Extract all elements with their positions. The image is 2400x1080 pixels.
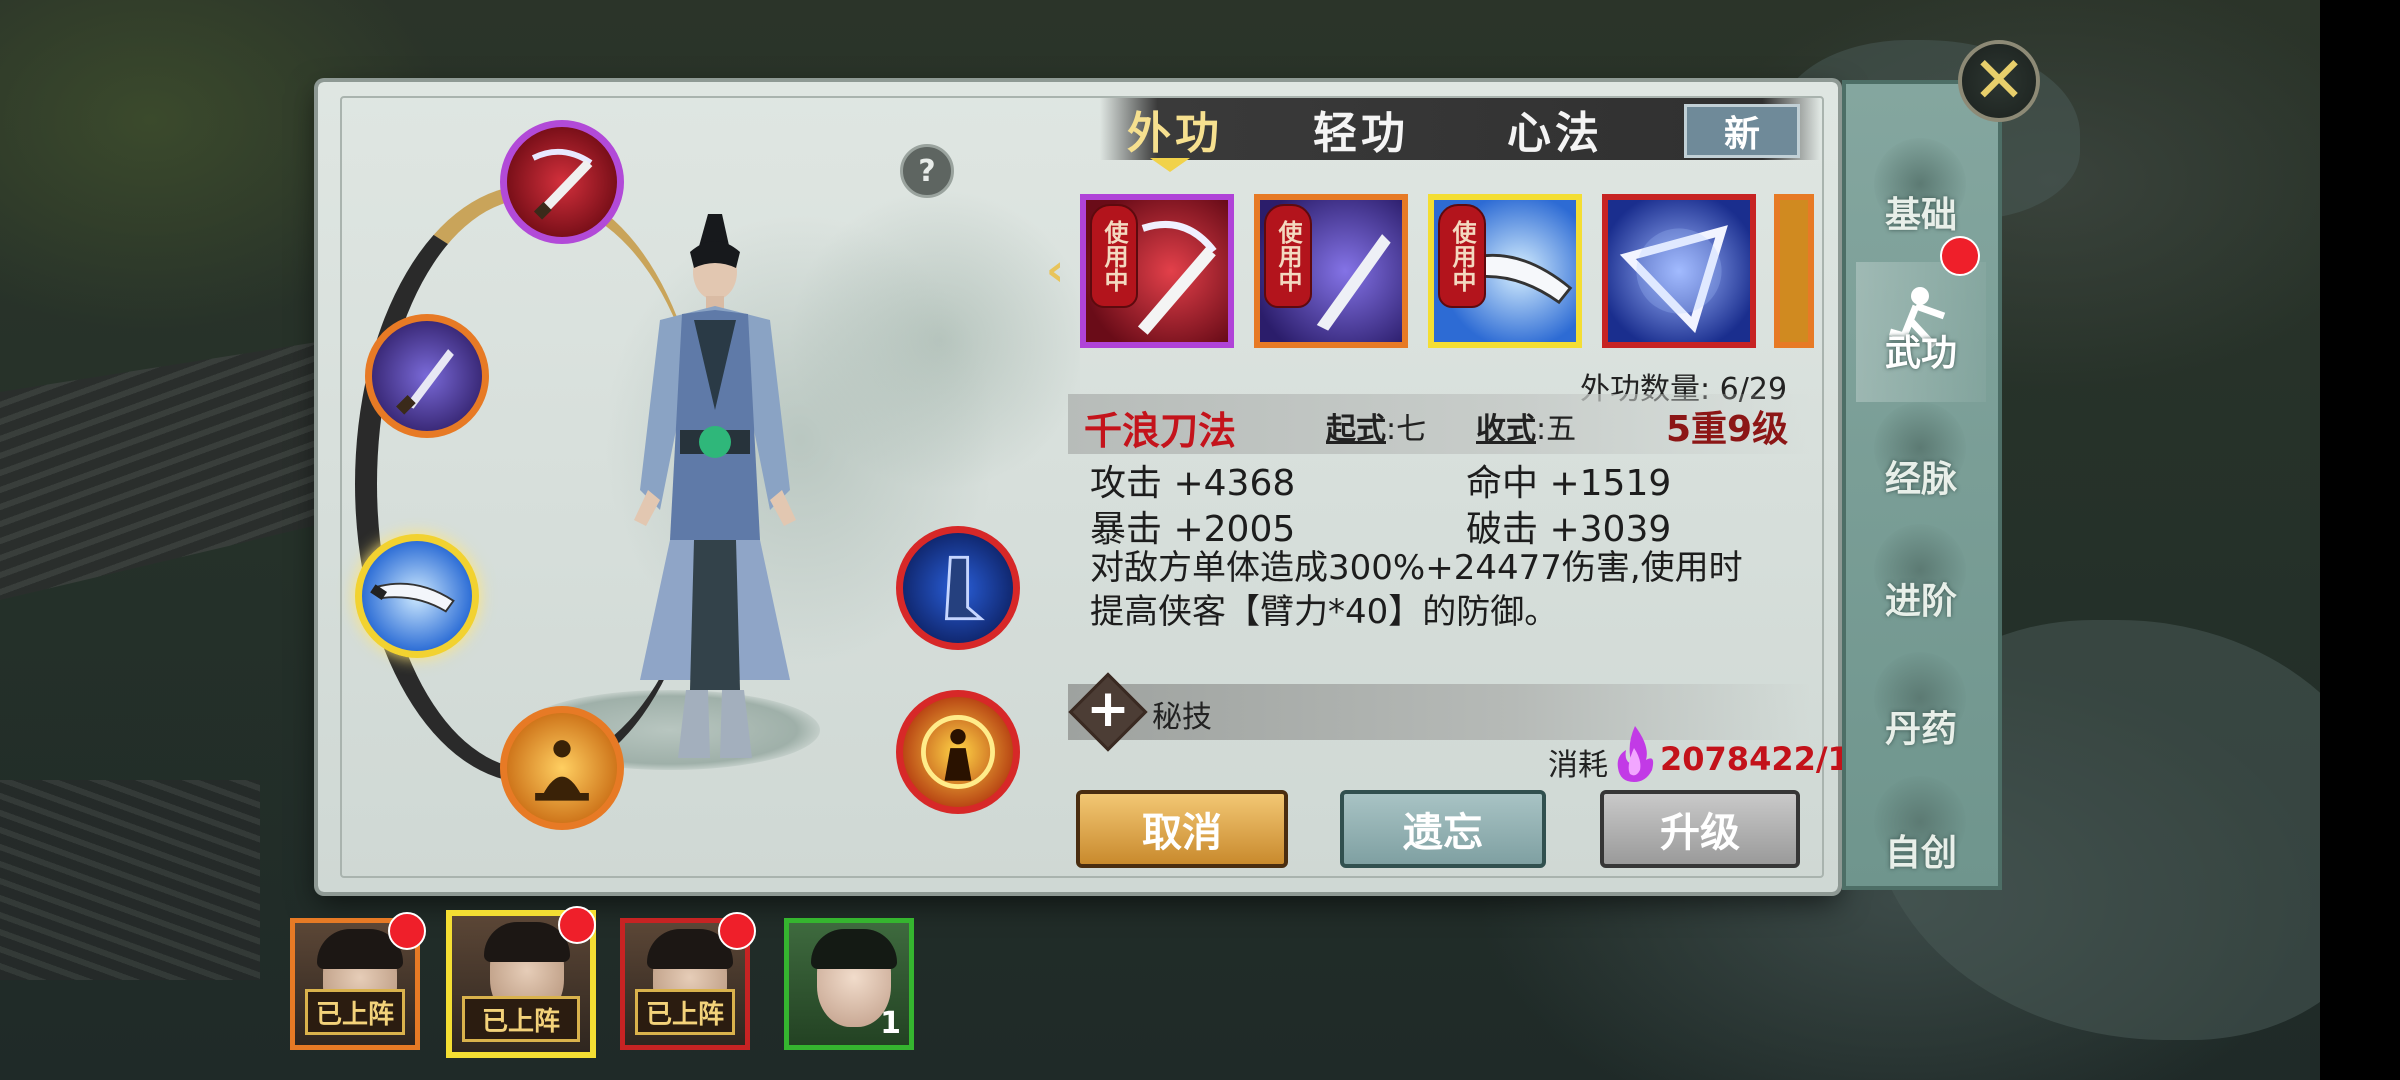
nav-label: 丹药 bbox=[1884, 709, 1957, 750]
close-icon: ✕ bbox=[1972, 44, 2026, 118]
stat-value: +1519 bbox=[1549, 463, 1672, 504]
end-form: 收式:五 bbox=[1476, 404, 1576, 448]
end-form-value: :五 bbox=[1536, 412, 1577, 447]
start-form-value: :七 bbox=[1386, 412, 1427, 447]
in-use-badge: 使用中 bbox=[1438, 204, 1486, 308]
scroll-left-icon[interactable]: ‹ bbox=[1046, 245, 1064, 296]
notification-badge bbox=[388, 912, 426, 950]
cost-label: 消耗 bbox=[1548, 748, 1608, 783]
equipped-skill-broadsword[interactable] bbox=[355, 534, 479, 658]
stat-value: +3039 bbox=[1549, 509, 1672, 550]
equipped-skill-boot[interactable] bbox=[896, 526, 1020, 650]
forget-button[interactable]: 遗忘 bbox=[1340, 790, 1546, 868]
nav-label: 基础 bbox=[1884, 195, 1957, 236]
nav-meridian[interactable]: 经脉 bbox=[1856, 388, 1986, 528]
help-icon: ? bbox=[918, 153, 936, 189]
nav-martial-arts[interactable]: 武功 bbox=[1856, 262, 1986, 402]
stat-break: 破击 +3039 bbox=[1466, 500, 1671, 552]
character-model bbox=[634, 214, 796, 758]
stat-value: +2005 bbox=[1173, 509, 1296, 550]
hero-portrait[interactable]: 1 bbox=[784, 918, 914, 1050]
notification-badge bbox=[718, 912, 756, 950]
broadsword-icon bbox=[370, 582, 455, 613]
description-line: 提高侠客【臂力*40】的防御。 bbox=[1090, 592, 1559, 632]
equipped-skill-aura[interactable] bbox=[896, 690, 1020, 814]
upgrade-button[interactable]: 升级 bbox=[1600, 790, 1800, 868]
stat-label: 暴击 bbox=[1090, 509, 1163, 550]
temple-roof-decoration bbox=[0, 780, 260, 980]
hero-hair bbox=[484, 922, 570, 962]
skill-card-spear-blade[interactable] bbox=[1602, 194, 1756, 348]
tab-outer-skill[interactable]: 外功 bbox=[1110, 98, 1240, 160]
skill-name: 千浪刀法 bbox=[1084, 409, 1237, 453]
skill-card-dagger[interactable]: 使用中 bbox=[1254, 194, 1408, 348]
secret-technique-label: 秘技 bbox=[1152, 700, 1212, 735]
start-form: 起式:七 bbox=[1326, 404, 1426, 448]
stat-critical: 暴击 +2005 bbox=[1090, 500, 1295, 552]
stat-label: 攻击 bbox=[1090, 463, 1163, 504]
deployed-label: 已上阵 bbox=[635, 989, 735, 1035]
nav-label: 武功 bbox=[1884, 333, 1957, 374]
deployed-label: 已上阵 bbox=[462, 996, 580, 1042]
skill-level: 5重9级 bbox=[1666, 409, 1789, 450]
nav-elixir[interactable]: 丹药 bbox=[1856, 638, 1986, 778]
stat-value: +4368 bbox=[1173, 463, 1296, 504]
nav-label: 进阶 bbox=[1884, 581, 1957, 622]
new-button[interactable]: 新 bbox=[1684, 104, 1800, 158]
temple-roof-decoration bbox=[0, 340, 330, 600]
start-form-label: 起式 bbox=[1326, 412, 1386, 447]
skill-description: 对敌方单体造成300%+24477伤害,使用时 提高侠客【臂力*40】的防御。 bbox=[1090, 546, 1820, 634]
hero-count: 1 bbox=[880, 1006, 901, 1041]
close-button[interactable]: ✕ bbox=[1958, 40, 2040, 122]
cancel-button[interactable]: 取消 bbox=[1076, 790, 1288, 868]
nav-label: 经脉 bbox=[1884, 459, 1957, 500]
dagger-icon bbox=[396, 349, 454, 415]
plus-icon: + bbox=[1086, 679, 1130, 739]
notification-badge bbox=[1940, 236, 1980, 276]
screen-edge bbox=[2320, 0, 2400, 1080]
boot-icon bbox=[944, 555, 985, 621]
active-tab-indicator bbox=[1150, 158, 1190, 172]
stat-accuracy: 命中 +1519 bbox=[1466, 454, 1671, 506]
nav-self-create[interactable]: 自创 bbox=[1856, 762, 1986, 902]
hero-hair bbox=[811, 929, 897, 969]
skill-card-partial[interactable] bbox=[1774, 194, 1814, 348]
nav-advance[interactable]: 进阶 bbox=[1856, 510, 1986, 650]
tab-lightness-skill[interactable]: 轻功 bbox=[1296, 98, 1426, 160]
tab-mind-skill[interactable]: 心法 bbox=[1490, 98, 1620, 160]
purple-flame-icon bbox=[1617, 726, 1654, 782]
skill-card-blade-slash[interactable]: 使用中 bbox=[1080, 194, 1234, 348]
description-line: 对敌方单体造成300%+24477伤害,使用时 bbox=[1090, 548, 1743, 588]
end-form-label: 收式 bbox=[1476, 412, 1536, 447]
in-use-badge: 使用中 bbox=[1264, 204, 1312, 308]
skill-card-broadsword[interactable]: 使用中 bbox=[1428, 194, 1582, 348]
equipped-skill-dagger[interactable] bbox=[365, 314, 489, 438]
spear-blade-icon bbox=[1619, 225, 1728, 334]
stat-label: 命中 bbox=[1466, 463, 1539, 504]
nav-label: 自创 bbox=[1884, 833, 1957, 874]
deployed-label: 已上阵 bbox=[305, 989, 405, 1035]
aura-icon bbox=[921, 715, 995, 789]
help-button[interactable]: ? bbox=[900, 144, 954, 198]
stat-label: 破击 bbox=[1466, 509, 1539, 550]
stat-attack: 攻击 +4368 bbox=[1090, 454, 1295, 506]
in-use-badge: 使用中 bbox=[1090, 204, 1138, 308]
notification-badge bbox=[558, 906, 596, 944]
